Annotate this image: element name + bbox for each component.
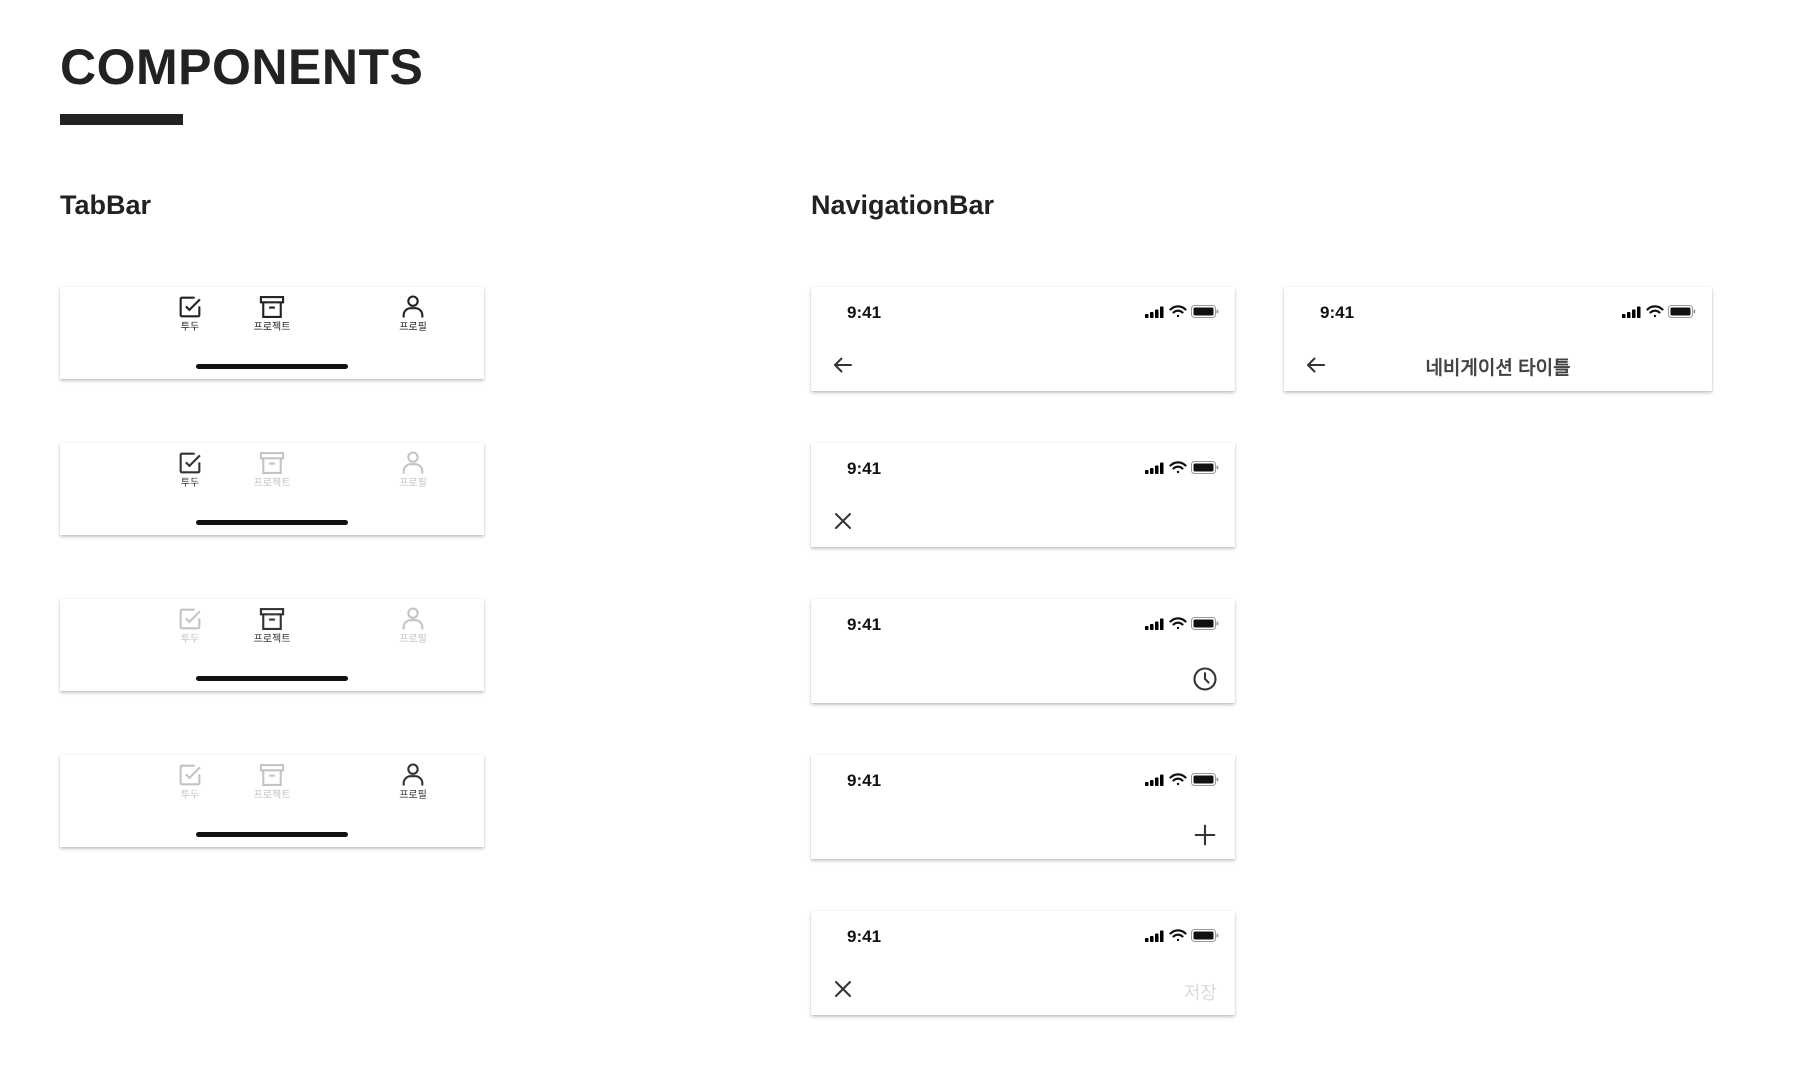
status-time: 9:41 (847, 927, 882, 946)
tab-label: 프로필 (399, 790, 427, 801)
person-icon (402, 763, 424, 786)
close-icon[interactable] (831, 509, 855, 533)
tab-todo[interactable]: 투두 (150, 293, 230, 334)
tab-label: 프로필 (399, 322, 427, 333)
checkbox-icon (179, 764, 201, 786)
tabbar-todo-selected: 투두 프로젝트 프로필 (60, 443, 484, 535)
signal-icon (1145, 306, 1164, 318)
tab-label: 프로필 (399, 634, 427, 645)
navbar-close-save: 9:41 저장 (811, 911, 1235, 1015)
status-time: 9:41 (847, 615, 882, 634)
status-icons (1145, 773, 1219, 786)
section-title-navigationbar: NavigationBar (811, 190, 995, 220)
tab-label: 투두 (180, 790, 200, 801)
tab-project[interactable]: 프로젝트 (232, 449, 312, 490)
tab-label: 투두 (180, 478, 200, 489)
tab-label: 프로젝트 (253, 322, 291, 333)
status-time: 9:41 (847, 459, 882, 478)
tab-profile[interactable]: 프로필 (373, 761, 453, 802)
wifi-icon (1169, 305, 1187, 318)
home-indicator (196, 364, 348, 369)
status-icons (1622, 305, 1696, 318)
battery-icon (1191, 305, 1219, 318)
home-indicator (196, 832, 348, 837)
signal-icon (1145, 462, 1164, 474)
status-icons (1145, 305, 1219, 318)
wifi-icon (1169, 773, 1187, 786)
home-indicator (196, 676, 348, 681)
clock-icon[interactable] (1191, 665, 1219, 693)
archive-icon (259, 764, 285, 786)
signal-icon (1622, 306, 1641, 318)
signal-icon (1145, 618, 1164, 630)
tabbar-all-active: 투두 프로젝트 프로필 (60, 287, 484, 379)
status-icons (1145, 617, 1219, 630)
page-title: COMPONENTS (60, 39, 424, 95)
tab-project[interactable]: 프로젝트 (232, 761, 312, 802)
save-button[interactable]: 저장 (1184, 979, 1217, 1005)
navbar-history: 9:41 (811, 599, 1235, 703)
checkbox-icon (179, 608, 201, 630)
tab-todo[interactable]: 투두 (150, 761, 230, 802)
tab-todo[interactable]: 투두 (150, 605, 230, 646)
battery-icon (1191, 461, 1219, 474)
tab-label: 투두 (180, 634, 200, 645)
battery-icon (1668, 305, 1696, 318)
title-underline (60, 114, 183, 125)
navbar-close: 9:41 (811, 443, 1235, 547)
tab-label: 프로젝트 (253, 478, 291, 489)
person-icon (402, 607, 424, 630)
wifi-icon (1169, 617, 1187, 630)
arrow-left-icon[interactable] (831, 353, 855, 377)
wifi-icon (1169, 929, 1187, 942)
home-indicator (196, 520, 348, 525)
checkbox-icon (179, 452, 201, 474)
navbar-title: 네비게이션 타이틀 (1425, 358, 1571, 379)
plus-icon[interactable] (1191, 821, 1219, 849)
tab-profile[interactable]: 프로필 (373, 449, 453, 490)
status-icons (1145, 929, 1219, 942)
tab-label: 투두 (180, 322, 200, 333)
archive-icon (259, 296, 285, 318)
signal-icon (1145, 774, 1164, 786)
status-icons (1145, 461, 1219, 474)
navbar-add: 9:41 (811, 755, 1235, 859)
tabbar-project-selected: 투두 프로젝트 프로필 (60, 599, 484, 691)
tab-todo[interactable]: 투두 (150, 449, 230, 490)
tab-project[interactable]: 프로젝트 (232, 605, 312, 646)
archive-icon (259, 452, 285, 474)
checkbox-icon (179, 296, 201, 318)
signal-icon (1145, 930, 1164, 942)
tab-profile[interactable]: 프로필 (373, 293, 453, 334)
person-icon (402, 295, 424, 318)
tab-label: 프로젝트 (253, 790, 291, 801)
tabbar-profile-selected: 투두 프로젝트 프로필 (60, 755, 484, 847)
navbar-back-title: 9:41 네비게이션 타이틀 (1284, 287, 1712, 391)
battery-icon (1191, 773, 1219, 786)
wifi-icon (1169, 461, 1187, 474)
status-time: 9:41 (1320, 303, 1355, 322)
section-title-tabbar: TabBar (60, 190, 152, 220)
battery-icon (1191, 929, 1219, 942)
tab-label: 프로필 (399, 478, 427, 489)
status-time: 9:41 (847, 771, 882, 790)
person-icon (402, 451, 424, 474)
archive-icon (259, 608, 285, 630)
tab-label: 프로젝트 (253, 634, 291, 645)
tab-profile[interactable]: 프로필 (373, 605, 453, 646)
status-time: 9:41 (847, 303, 882, 322)
close-icon[interactable] (831, 977, 855, 1001)
battery-icon (1191, 617, 1219, 630)
wifi-icon (1646, 305, 1664, 318)
tab-project[interactable]: 프로젝트 (232, 293, 312, 334)
navbar-back: 9:41 (811, 287, 1235, 391)
